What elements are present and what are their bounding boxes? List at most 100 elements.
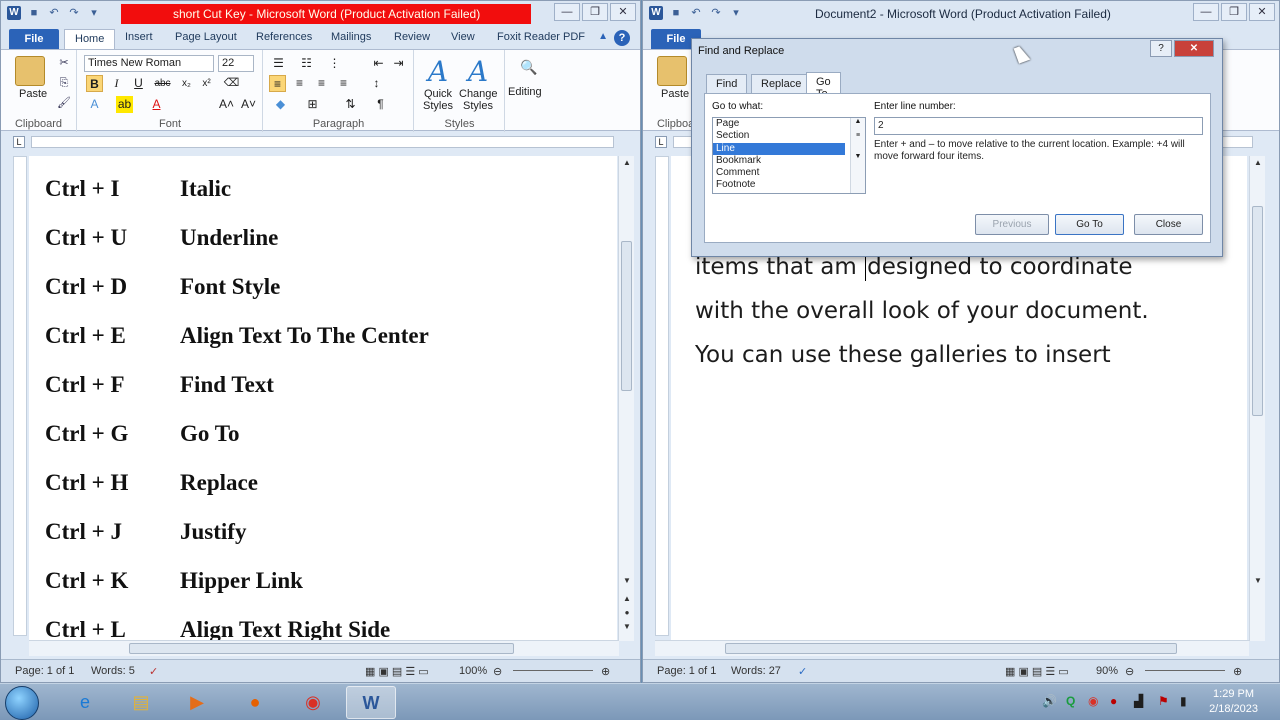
grow-font-icon[interactable]: A˄: [218, 96, 235, 113]
align-left-button[interactable]: ≡: [269, 75, 286, 92]
zoom-in-icon[interactable]: ⊕: [1233, 665, 1242, 678]
battery-icon[interactable]: ▮: [1180, 694, 1187, 708]
minimize-icon[interactable]: —: [554, 3, 580, 21]
align-right-button[interactable]: ≡: [313, 75, 330, 92]
editing-button[interactable]: Editing: [508, 86, 542, 98]
scroll-up-icon[interactable]: ▲: [619, 158, 635, 167]
help-icon[interactable]: ?: [614, 30, 630, 46]
zoom-slider[interactable]: [1145, 670, 1225, 671]
tab-mailings[interactable]: Mailings: [331, 31, 371, 43]
increase-indent-icon[interactable]: ⇥: [390, 55, 407, 72]
copy-icon[interactable]: ⎘: [57, 76, 71, 90]
network-icon[interactable]: ▟: [1134, 694, 1143, 708]
word-icon[interactable]: W: [346, 686, 396, 719]
dialog-close-icon[interactable]: ✕: [1174, 40, 1214, 57]
page-count[interactable]: Page: 1 of 1: [657, 665, 716, 677]
zoom-in-icon[interactable]: ⊕: [601, 665, 610, 678]
go-to-list-item[interactable]: Footnote: [713, 179, 865, 191]
borders-icon[interactable]: ⊞: [304, 96, 321, 113]
tab-go-to[interactable]: Go To: [806, 72, 841, 100]
font-color-icon[interactable]: A: [148, 96, 165, 113]
paste-button[interactable]: Paste: [661, 88, 689, 100]
scroll-thumb[interactable]: [621, 241, 632, 391]
paste-icon[interactable]: [15, 56, 45, 86]
browse-object-icon[interactable]: ●: [619, 608, 635, 617]
previous-button[interactable]: Previous: [975, 214, 1049, 235]
hscroll-thumb[interactable]: [725, 643, 1177, 654]
file-explorer-icon[interactable]: ▤: [116, 686, 166, 719]
ruler-track[interactable]: [31, 136, 614, 148]
page-count[interactable]: Page: 1 of 1: [15, 665, 74, 677]
italic-button[interactable]: I: [108, 75, 125, 92]
proofing-icon[interactable]: ✓: [798, 665, 807, 678]
undo-icon[interactable]: ↶: [47, 6, 61, 20]
chrome-icon[interactable]: ◉: [288, 686, 338, 719]
text-effects-icon[interactable]: A: [86, 96, 103, 113]
format-painter-icon[interactable]: 🖌: [57, 96, 71, 110]
sort-icon[interactable]: ⇅: [342, 96, 359, 113]
view-buttons[interactable]: ▦ ▣ ▤ ☰ ▭: [1005, 665, 1069, 678]
zoom-slider[interactable]: [513, 670, 593, 671]
go-to-list-item[interactable]: Line: [713, 142, 845, 155]
go-to-list-item[interactable]: Comment: [713, 167, 865, 179]
vertical-scrollbar[interactable]: ▲ ▼ ▲ ● ▼: [618, 156, 634, 641]
tab-selector[interactable]: L: [13, 136, 25, 148]
next-page-icon[interactable]: ▼: [619, 622, 635, 631]
go-to-list-item[interactable]: Section: [713, 130, 865, 142]
minimize-icon[interactable]: —: [1193, 3, 1219, 21]
prev-page-icon[interactable]: ▲: [619, 594, 635, 603]
strikethrough-button[interactable]: abc: [154, 75, 171, 92]
save-icon[interactable]: ■: [669, 6, 683, 20]
start-orb[interactable]: [5, 686, 39, 720]
font-size-select[interactable]: 22: [218, 55, 254, 72]
vertical-scrollbar[interactable]: ▲ ▼: [1249, 156, 1265, 641]
cut-icon[interactable]: ✂: [57, 56, 71, 70]
customize-qat-icon[interactable]: ▾: [87, 6, 101, 20]
tab-home[interactable]: Home: [64, 29, 116, 49]
volume-icon[interactable]: 🔊: [1042, 694, 1057, 708]
view-buttons[interactable]: ▦ ▣ ▤ ☰ ▭: [365, 665, 429, 678]
align-center-button[interactable]: ≡: [291, 75, 308, 92]
shading-icon[interactable]: ◆: [272, 96, 289, 113]
tab-foxit[interactable]: Foxit Reader PDF: [497, 31, 585, 43]
tab-page-layout[interactable]: Page Layout: [175, 31, 237, 43]
proofing-icon[interactable]: ✓: [149, 665, 158, 678]
close-button[interactable]: Close: [1134, 214, 1203, 235]
clear-formatting-icon[interactable]: ⌫: [223, 75, 240, 92]
close-icon[interactable]: ✕: [1249, 3, 1275, 21]
media-player-icon[interactable]: ▶: [172, 686, 222, 719]
go-to-what-list[interactable]: Page Section Line Bookmark Comment Footnote ▲…: [712, 117, 866, 194]
zoom-level[interactable]: 90%: [1096, 665, 1118, 677]
record-icon[interactable]: ●: [1110, 694, 1117, 708]
chrome-tray-icon[interactable]: ◉: [1088, 694, 1098, 708]
go-to-list-item[interactable]: Page: [713, 118, 865, 130]
list-scrollbar[interactable]: ▲ ≡ ▼: [850, 118, 865, 193]
system-clock[interactable]: 1:29 PM 2/18/2023: [1209, 687, 1258, 717]
horizontal-scrollbar[interactable]: [655, 640, 1249, 656]
multilevel-list-icon[interactable]: ⋮: [326, 55, 343, 72]
word-count[interactable]: Words: 5: [91, 665, 135, 677]
quick-styles-button[interactable]: A Quick Styles: [419, 56, 457, 113]
subscript-button[interactable]: x₂: [178, 75, 195, 92]
tab-selector[interactable]: L: [655, 136, 667, 148]
maximize-icon[interactable]: ❐: [1221, 3, 1247, 21]
line-number-input[interactable]: 2: [874, 117, 1203, 135]
tab-review[interactable]: Review: [394, 31, 430, 43]
tab-file[interactable]: File: [9, 29, 59, 49]
zoom-out-icon[interactable]: ⊖: [1125, 665, 1134, 678]
show-marks-icon[interactable]: ¶: [372, 96, 389, 113]
maximize-icon[interactable]: ❐: [582, 3, 608, 21]
bullets-icon[interactable]: ☰: [270, 55, 287, 72]
save-icon[interactable]: ■: [27, 6, 41, 20]
tab-references[interactable]: References: [256, 31, 312, 43]
customize-qat-icon[interactable]: ▾: [729, 6, 743, 20]
justify-button[interactable]: ≡: [335, 75, 352, 92]
dialog-help-icon[interactable]: ?: [1150, 40, 1172, 57]
redo-icon[interactable]: ↷: [709, 6, 723, 20]
decrease-indent-icon[interactable]: ⇤: [370, 55, 387, 72]
scroll-down-icon[interactable]: ▼: [619, 576, 635, 585]
word-icon[interactable]: W: [649, 6, 663, 20]
numbering-icon[interactable]: ☷: [298, 55, 315, 72]
tab-view[interactable]: View: [451, 31, 475, 43]
word-count[interactable]: Words: 27: [731, 665, 781, 677]
